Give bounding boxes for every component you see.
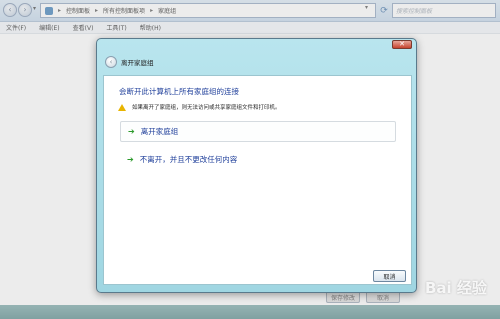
stay-label: 不离开，并且不更改任何内容 [139, 155, 238, 164]
baidu-watermark: Bai 经验 [425, 272, 499, 302]
leave-homegroup-label: 离开家庭组 [140, 127, 179, 136]
warning-icon [118, 103, 126, 111]
back-arrow-icon[interactable]: ‹ [105, 56, 117, 68]
dialog-cancel-button[interactable]: 取消 [373, 270, 406, 282]
dialog-header: ‹ 离开家庭组 [103, 52, 412, 72]
dialog-heading: 会断开此计算机上所有家庭组的连接 [119, 87, 239, 96]
stay-option[interactable]: ➔ 不离开，并且不更改任何内容 [120, 149, 396, 170]
warning-text: 如果离开了家庭组，则无法访问或共享家庭组文件和打印机。 [132, 105, 281, 111]
warning-row: 如果离开了家庭组，则无法访问或共享家庭组文件和打印机。 [118, 103, 281, 111]
dialog-body: 会断开此计算机上所有家庭组的连接 如果离开了家庭组，则无法访问或共享家庭组文件和… [103, 75, 412, 285]
dialog-cancel-label: 取消 [383, 273, 396, 281]
control-panel-window: ‹ › ▾ ▸ 控制面板 ▸ 所有控制面板项 ▸ 家庭组 ▾ ⟳ 搜索控制面板 … [0, 0, 500, 319]
close-icon[interactable]: ✕ [392, 40, 412, 49]
leave-homegroup-option[interactable]: ➔ 离开家庭组 [120, 121, 396, 142]
dialog-title: 离开家庭组 [121, 59, 154, 67]
watermark-text: Bai 经验 [425, 278, 487, 297]
green-arrow-icon: ➔ [128, 126, 135, 136]
leave-homegroup-dialog: ✕ ‹ 离开家庭组 会断开此计算机上所有家庭组的连接 如果离开了家庭组，则无法访… [96, 38, 417, 293]
green-arrow-icon: ➔ [127, 154, 134, 164]
